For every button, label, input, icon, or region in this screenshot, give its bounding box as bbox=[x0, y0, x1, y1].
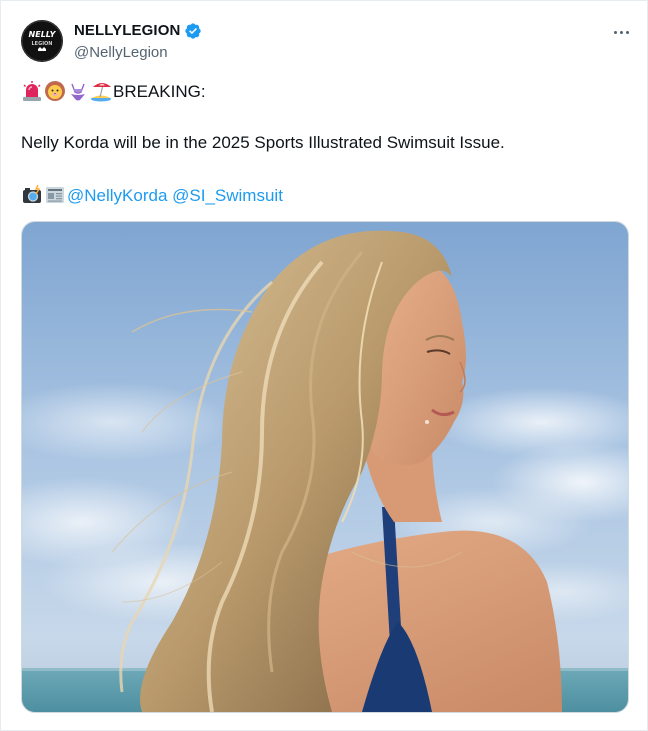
author-handle[interactable]: @NellyLegion bbox=[74, 44, 168, 61]
svg-text:NELLY: NELLY bbox=[29, 30, 57, 39]
rotating-light-icon bbox=[21, 80, 43, 102]
bikini-icon bbox=[67, 80, 89, 102]
more-dot bbox=[625, 30, 629, 34]
more-dot bbox=[619, 30, 623, 34]
mention-link-1[interactable]: @NellyKorda bbox=[67, 186, 167, 205]
tweet-mentions-line: @NellyKorda @SI_Swimsuit bbox=[21, 184, 283, 207]
avatar[interactable]: NELLY LEGION bbox=[21, 20, 63, 62]
more-horizontal-icon bbox=[613, 30, 617, 34]
verified-badge-icon bbox=[185, 23, 201, 39]
tweet-body: Nelly Korda will be in the 2025 Sports I… bbox=[21, 133, 505, 152]
more-options-button[interactable] bbox=[607, 21, 635, 43]
mention-link-2[interactable]: @SI_Swimsuit bbox=[172, 186, 283, 205]
avatar-logo-icon: NELLY LEGION bbox=[21, 20, 63, 62]
beach-with-umbrella-icon bbox=[90, 80, 112, 102]
tweet-headline: BREAKING: bbox=[21, 80, 206, 103]
headline-text: BREAKING: bbox=[113, 82, 206, 101]
tweet-photo[interactable] bbox=[21, 221, 629, 713]
tweet-card: NELLY LEGION NELLYLEGION @NellyLegion BR… bbox=[0, 0, 648, 731]
lion-face-icon bbox=[44, 80, 66, 102]
author-name[interactable]: NELLYLEGION bbox=[74, 22, 180, 39]
svg-text:LEGION: LEGION bbox=[31, 41, 52, 47]
photo-woman-at-beach bbox=[22, 222, 628, 712]
camera-with-flash-icon bbox=[21, 184, 43, 206]
newspaper-icon bbox=[44, 184, 66, 206]
